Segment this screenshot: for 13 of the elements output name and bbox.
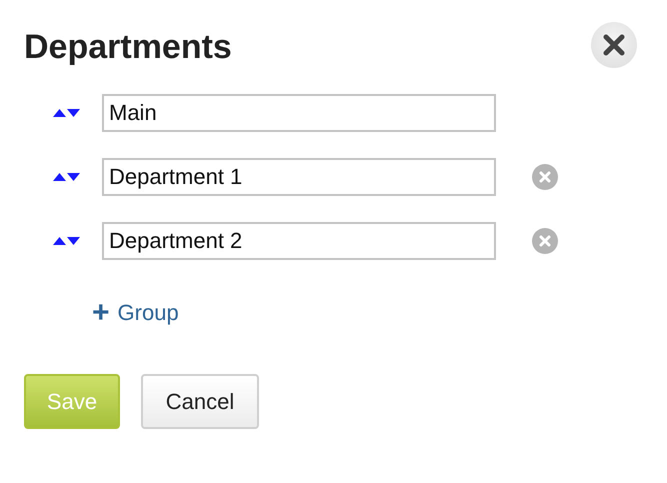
x-icon [539, 235, 551, 247]
department-name-field[interactable]: Department 1 [102, 158, 496, 196]
department-name-field[interactable]: Main [102, 94, 496, 132]
add-group-link[interactable]: + Group [92, 298, 179, 328]
close-button[interactable] [591, 22, 637, 68]
dialog-title: Departments [24, 28, 232, 67]
reorder-arrows-icon[interactable] [53, 172, 80, 182]
close-icon [603, 34, 625, 56]
department-name-field[interactable]: Department 2 [102, 222, 496, 260]
reorder-arrows-icon[interactable] [53, 108, 80, 118]
reorder-arrows-icon[interactable] [53, 236, 80, 246]
cancel-button[interactable]: Cancel [141, 374, 259, 429]
x-icon [539, 171, 551, 183]
